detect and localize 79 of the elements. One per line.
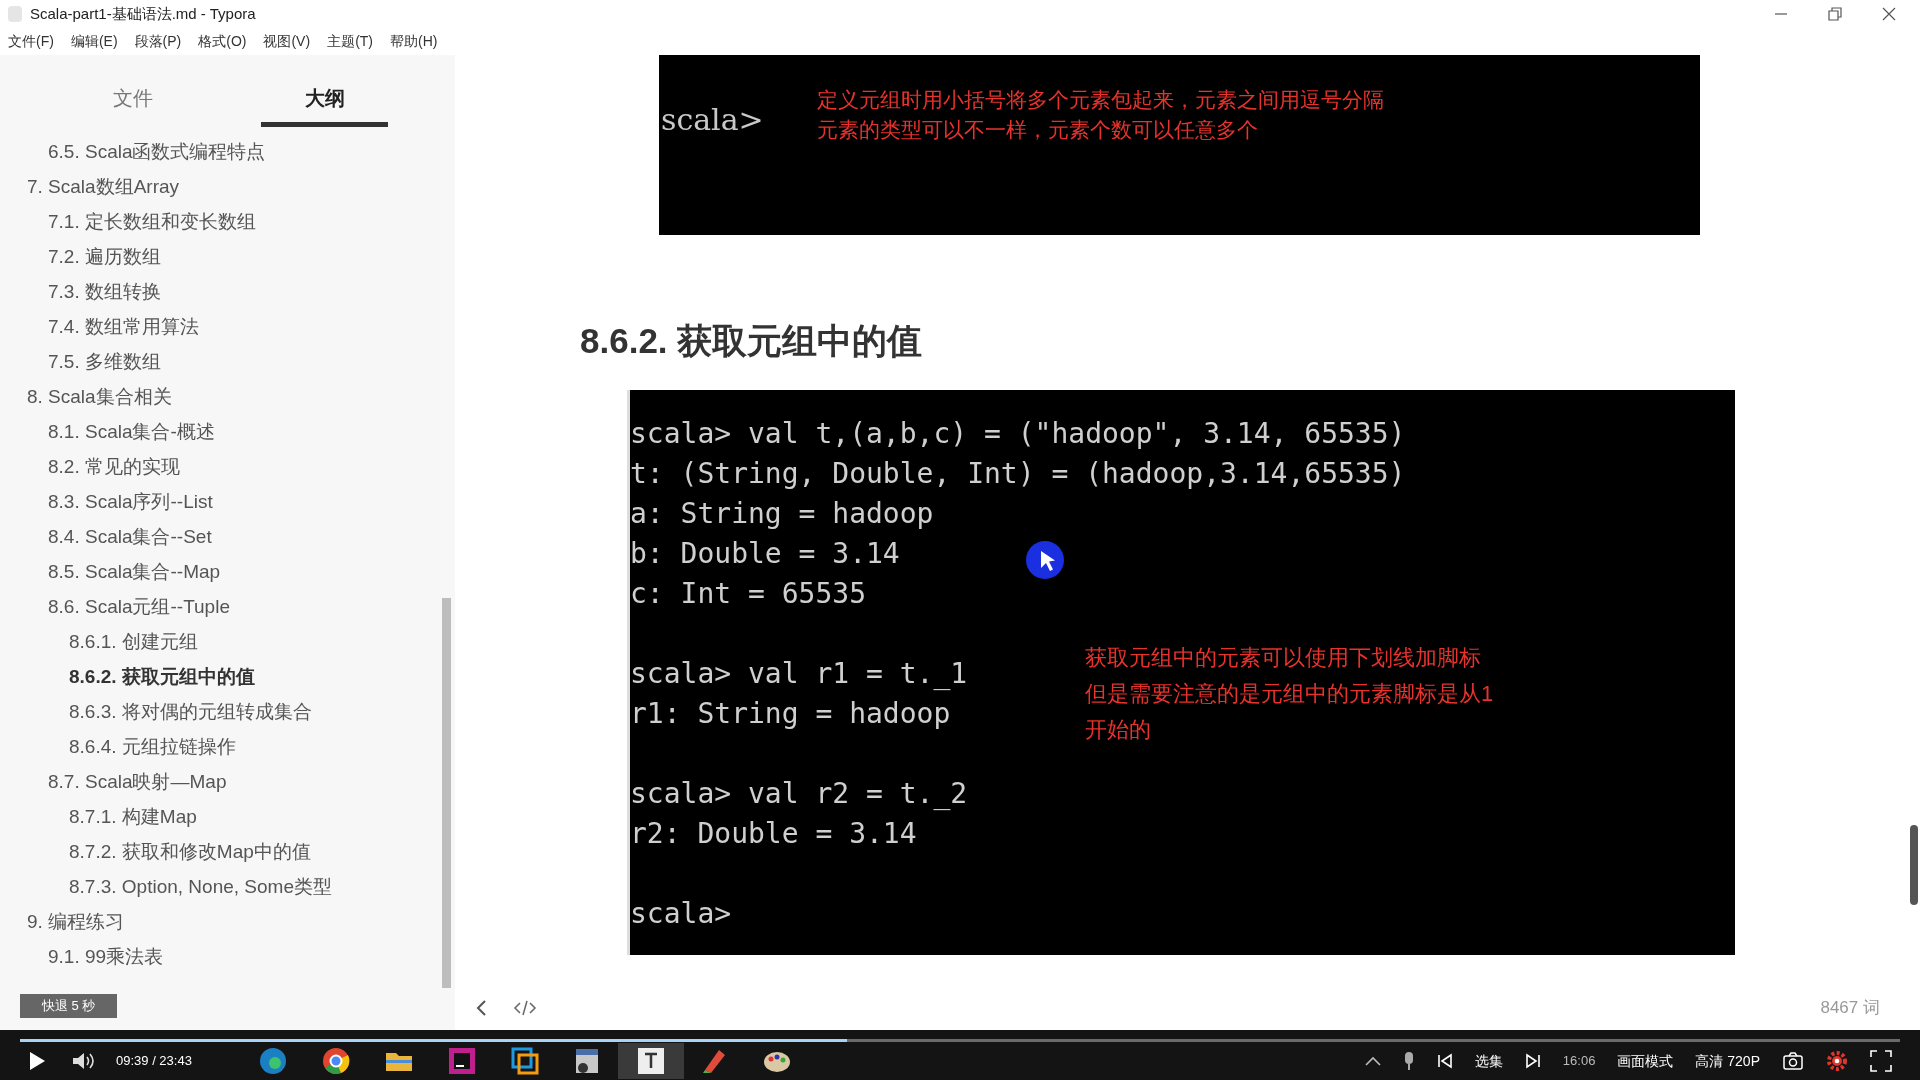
episodes-button[interactable]: 选集 [1474,1050,1503,1072]
source-code-icon[interactable] [513,999,537,1017]
outline-item[interactable]: 7.1. 定长数组和变长数组 [48,208,256,237]
settings-icon[interactable] [1826,1050,1848,1072]
outline-item[interactable]: 8.7.2. 获取和修改Map中的值 [69,838,311,867]
next-icon[interactable] [1524,1053,1541,1069]
seek-toast: 快退 5 秒 [20,994,117,1018]
playback-time: 09:39 / 23:43 [116,1052,192,1071]
outline-item[interactable]: 6.5. Scala函数式编程特点 [48,138,266,167]
menu-item[interactable]: 文件(F) [8,31,54,52]
outline-item[interactable]: 7. Scala数组Array [27,173,180,202]
play-icon[interactable] [28,1051,46,1071]
terminal-prompt: scala> [661,105,764,135]
mouse-cursor-icon [1025,540,1065,580]
annotation-text: 获取元组中的元素可以使用下划线加脚标 [1085,644,1482,672]
terminal-line: b: Double = 3.14 [630,540,900,568]
outline-item[interactable]: 8.3. Scala序列--List [48,488,213,517]
menu-item[interactable]: 视图(V) [263,31,311,52]
outline-item[interactable]: 8.6.2. 获取元组中的值 [69,663,255,692]
outline-item[interactable]: 8.6.1. 创建元组 [69,628,198,657]
outline-item[interactable]: 8.5. Scala集合--Map [48,558,221,587]
outline-item[interactable]: 8.1. Scala集合-概述 [48,418,215,447]
annotation-text: 定义元组时用小括号将多个元素包起来，元素之间用逗号分隔 [817,87,1384,113]
annotation-text: 但是需要注意的是元组中的元素脚标是从1 [1085,680,1494,708]
previous-icon[interactable] [1436,1053,1453,1069]
window-icon[interactable] [509,1046,540,1076]
outline-item[interactable]: 8.7. Scala映射—Map [48,768,227,797]
taskbar-clock: 16:06 [1562,1052,1596,1071]
outline-item[interactable]: 8.7.3. Option, None, Some类型 [69,873,332,902]
fullscreen-icon[interactable] [1870,1050,1892,1072]
outline-item[interactable]: 7.3. 数组转换 [48,278,161,307]
picture-mode-button[interactable]: 画面模式 [1617,1050,1674,1072]
scrollbar-thumb[interactable] [442,598,451,988]
terminal-line: c: Int = 65535 [630,580,866,608]
terminal-line: scala> [630,900,732,928]
microphone-icon[interactable] [1402,1051,1415,1071]
sidebar-tab[interactable]: 文件 [112,83,153,122]
annotation-text: 元素的类型可以不一样，元素个数可以任意多个 [817,117,1259,143]
terminal-line: r1: String = hadoop [630,700,951,728]
outline-item[interactable]: 8.6.4. 元组拉链操作 [69,733,236,762]
progress-track[interactable] [20,1039,1900,1042]
outline-item[interactable]: 9. 编程练习 [27,908,125,937]
app-icon [8,6,22,22]
quality-button[interactable]: 高清 720P [1695,1050,1760,1072]
terminal-line: scala> val r1 = t._1 [630,660,968,688]
back-icon[interactable] [475,999,489,1017]
camera-icon[interactable] [1782,1051,1804,1071]
outline-item[interactable]: 8. Scala集合相关 [27,383,172,412]
terminal-line: scala> val t,(a,b,c) = ("hadoop", 3.14, 65535) [630,420,1406,448]
word-count: 8467 词 [1820,997,1880,1020]
outline-item[interactable]: 8.2. 常见的实现 [48,453,180,482]
menu-item[interactable]: 帮助(H) [390,31,438,52]
terminal-line: r2: Double = 3.14 [630,820,917,848]
annotation-text: 开始的 [1085,716,1152,744]
terminal-line: a: String = hadoop [630,500,934,528]
outline-item[interactable]: 7.2. 遍历数组 [48,243,161,272]
outline-item[interactable]: 7.4. 数组常用算法 [48,313,199,342]
sidebar-tab[interactable]: 大纲 [304,83,345,122]
outline-item[interactable]: 8.6. Scala元组--Tuple [48,593,230,622]
scrollbar-thumb[interactable] [1910,825,1918,905]
restore-icon[interactable] [1828,7,1842,21]
terminal-line: scala> val r2 = t._2 [630,780,968,808]
chrome-icon[interactable] [320,1046,351,1076]
outline-item[interactable]: 9.1. 99乘法表 [48,943,164,972]
outline-item[interactable]: 8.6.3. 将对偶的元组转成集合 [69,698,312,727]
menu-item[interactable]: 格式(O) [198,31,247,52]
menu-item[interactable]: 编辑(E) [70,31,118,52]
close-icon[interactable] [1882,7,1896,21]
outline-item[interactable]: 8.7.1. 构建Map [69,803,197,832]
outline-item[interactable]: 8.4. Scala集合--Set [48,523,212,552]
chevron-up-icon[interactable] [1364,1056,1381,1066]
menu-item[interactable]: 主题(T) [327,31,373,52]
section-heading: 8.6.2. 获取元组中的值 [580,323,924,358]
typora-taskbar-button[interactable] [617,1043,684,1079]
terminal-line: t: (String, Double, Int) = (hadoop,3.14,65535) [630,460,1406,488]
window-title: Scala-part1-基础语法.md - Typora [30,3,256,24]
menu-item[interactable]: 段落(P) [134,31,182,52]
outline-item[interactable]: 7.5. 多维数组 [48,348,161,377]
volume-icon[interactable] [72,1051,96,1071]
